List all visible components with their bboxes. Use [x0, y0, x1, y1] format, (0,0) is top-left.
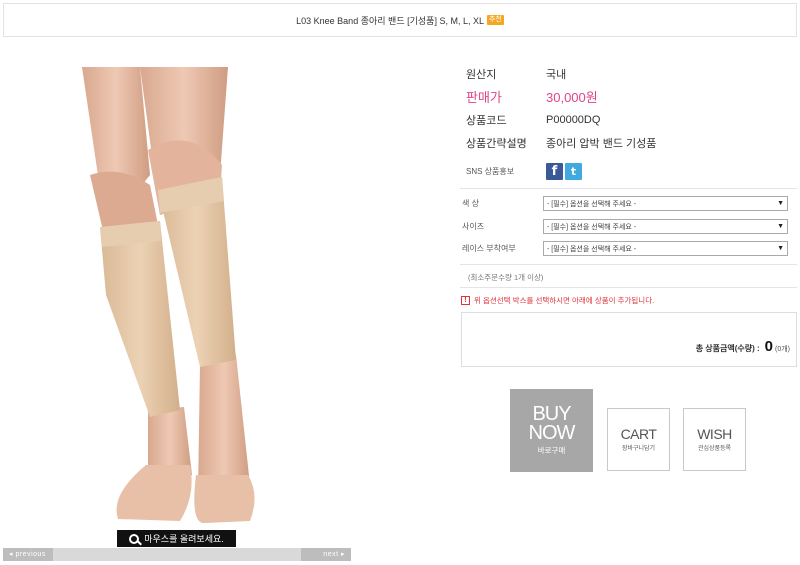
- option-size-select[interactable]: - [필수] 옵션을 선택해 주세요 - ▼: [543, 219, 788, 234]
- zoom-hint-text: 마우스를 올려보세요.: [144, 534, 224, 544]
- product-info: 원산지 국내 판매가 30,000원 상품코드 P00000DQ 상품간략설명 …: [466, 62, 656, 154]
- wish-main: WISH: [697, 426, 732, 442]
- magnifier-icon: [129, 533, 140, 544]
- divider: [460, 188, 797, 189]
- desc-value: 종아리 압박 밴드 기성품: [546, 137, 657, 150]
- desc-row: 상품간략설명 종아리 압박 밴드 기성품: [466, 131, 656, 154]
- desc-label: 상품간략설명: [466, 137, 527, 150]
- next-button[interactable]: next ▸: [301, 548, 351, 561]
- total-label: 총 상품금액(수량) :: [695, 344, 760, 353]
- option-lace-row: 레이스 부착여부 - [필수] 옵션을 선택해 주세요 - ▼: [462, 241, 788, 256]
- total-box: 총 상품금액(수량) : 0 (0개): [461, 312, 797, 367]
- sns-row: SNS 상품홍보 f t: [466, 163, 584, 180]
- buy-now-sub: 바로구매: [537, 446, 566, 455]
- buy-now-line2: NOW: [528, 422, 576, 444]
- sns-label: SNS 상품홍보: [466, 167, 515, 176]
- total-count: (0개): [775, 346, 790, 353]
- price-row: 판매가 30,000원: [466, 85, 656, 108]
- wish-button[interactable]: WISH 관심상품등록: [683, 408, 746, 471]
- option-size-value: - [필수] 옵션을 선택해 주세요 -: [547, 223, 637, 231]
- code-label: 상품코드: [466, 114, 507, 127]
- product-title-bar: L03 Knee Band 종아리 밴드 [기성품] S, M, L, XL 추…: [3, 3, 797, 37]
- buy-now-button[interactable]: BUY NOW 바로구매: [510, 389, 593, 472]
- option-notice: ! 위 옵션선택 박스를 선택하시면 아래에 상품이 추가됩니다.: [461, 295, 654, 306]
- divider: [460, 264, 797, 265]
- option-size-label: 사이즈: [462, 222, 485, 231]
- origin-row: 원산지 국내: [466, 62, 656, 85]
- dropdown-arrow-icon: ▼: [777, 223, 784, 230]
- price-label: 판매가: [466, 90, 502, 105]
- code-value: P00000DQ: [546, 113, 601, 126]
- twitter-icon[interactable]: t: [565, 163, 582, 180]
- total-line: 총 상품금액(수량) : 0 (0개): [696, 338, 790, 355]
- facebook-icon[interactable]: f: [546, 163, 563, 180]
- product-image[interactable]: 마우스를 올려보세요.: [0, 55, 352, 547]
- option-color-value: - [필수] 옵션을 선택해 주세요 -: [547, 200, 637, 208]
- min-order-qty: (최소주문수량 1개 이상): [468, 273, 544, 282]
- option-lace-select[interactable]: - [필수] 옵션을 선택해 주세요 - ▼: [543, 241, 788, 256]
- origin-label: 원산지: [466, 68, 497, 81]
- image-nav-strip: ◂ previous next ▸: [3, 548, 351, 561]
- dropdown-arrow-icon: ▼: [777, 245, 784, 252]
- option-size-row: 사이즈 - [필수] 옵션을 선택해 주세요 - ▼: [462, 219, 788, 234]
- notice-text: 위 옵션선택 박스를 선택하시면 아래에 상품이 추가됩니다.: [474, 296, 655, 305]
- code-row: 상품코드 P00000DQ: [466, 108, 656, 131]
- product-title: L03 Knee Band 종아리 밴드 [기성품] S, M, L, XL: [296, 15, 484, 26]
- option-lace-label: 레이스 부착여부: [462, 244, 516, 253]
- option-color-row: 색 상 - [필수] 옵션을 선택해 주세요 - ▼: [462, 196, 788, 211]
- cart-main: CART: [620, 426, 657, 442]
- divider: [460, 287, 797, 288]
- warning-icon: !: [461, 296, 470, 305]
- origin-value: 국내: [546, 68, 567, 81]
- zoom-hint: 마우스를 올려보세요.: [117, 530, 236, 547]
- previous-button[interactable]: ◂ previous: [3, 548, 53, 561]
- cart-sub: 장바구니담기: [621, 446, 656, 452]
- price-value: 30,000원: [546, 90, 598, 105]
- wish-sub: 관심상품등록: [697, 446, 732, 452]
- option-color-label: 색 상: [462, 199, 479, 208]
- option-color-select[interactable]: - [필수] 옵션을 선택해 주세요 - ▼: [543, 196, 788, 211]
- dropdown-arrow-icon: ▼: [777, 200, 784, 207]
- recommend-badge: 추천: [486, 15, 504, 25]
- cart-button[interactable]: CART 장바구니담기: [607, 408, 670, 471]
- option-lace-value: - [필수] 옵션을 선택해 주세요 -: [547, 245, 637, 253]
- total-amount: 0: [764, 338, 773, 355]
- product-photo: [82, 67, 255, 524]
